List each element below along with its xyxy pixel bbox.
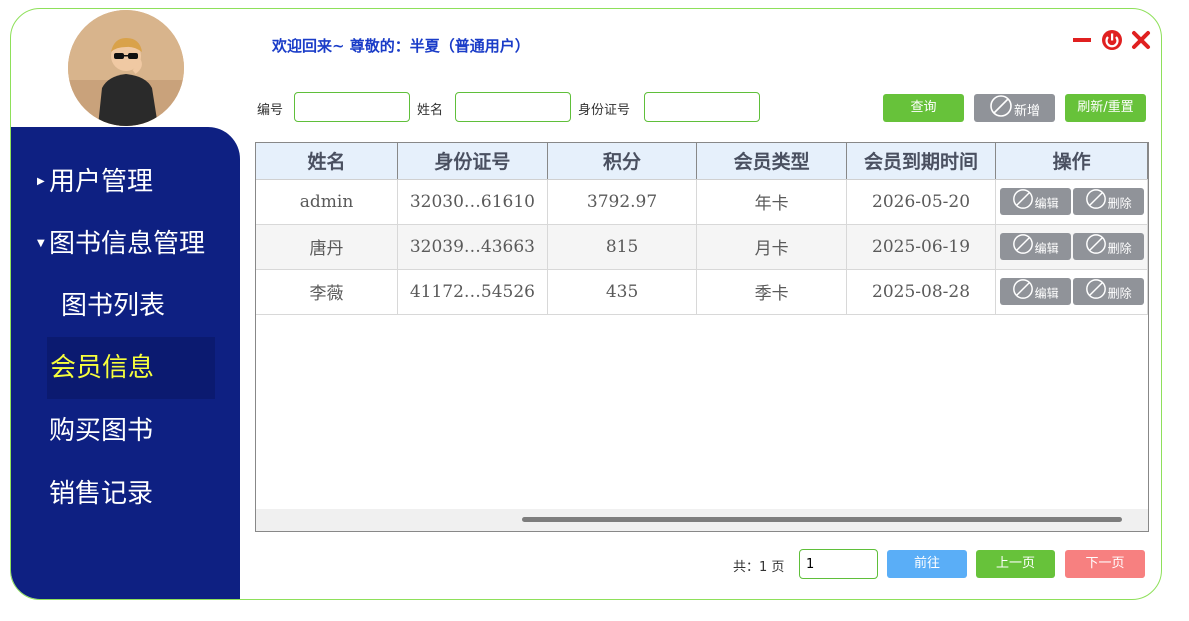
column-header-name[interactable]: 姓名 [256,143,399,180]
horizontal-scrollbar[interactable] [256,509,1148,531]
refresh-reset-button[interactable]: 刷新/重置 [1065,94,1146,122]
edit-label: 编辑 [1034,241,1059,256]
column-header-member-type[interactable]: 会员类型 [696,143,847,180]
idcard-label: 身份证号 [578,103,631,118]
delete-button[interactable]: 删除 [1072,278,1144,305]
app-window: ▶ 用户管理 ▼ 图书信息管理 图书列表 会员信息 购买图书 销售记录 欢迎回来… [10,8,1162,600]
cell-idcard: 41172…54526 [397,269,548,315]
query-button[interactable]: 查询 [883,94,964,122]
cell-actions: 编辑 删除 [995,224,1148,270]
table-row: 李薇 41172…54526 435 季卡 2025-08-28 编辑 删除 [256,269,1148,315]
refresh-label: 刷新/重置 [1077,100,1134,115]
cell-member-type: 月卡 [696,224,847,270]
ban-icon [1085,188,1107,220]
edit-button[interactable]: 编辑 [999,278,1071,305]
table-row: admin 32030…61610 3792.97 年卡 2026-05-20 … [256,179,1148,225]
id-input[interactable] [294,92,410,122]
name-label: 姓名 [417,103,444,118]
sidebar-item-label: 图书列表 [61,291,166,321]
cell-member-type: 年卡 [696,179,847,225]
go-button[interactable]: 前往 [887,550,967,578]
column-header-idcard[interactable]: 身份证号 [397,143,548,180]
ban-icon [989,94,1013,129]
cell-member-type: 季卡 [696,269,847,315]
sidebar-item-book-info-management[interactable]: ▼ 图书信息管理 [11,213,240,275]
cell-idcard: 32030…61610 [397,179,548,225]
prev-page-button[interactable]: 上一页 [976,550,1055,578]
cell-idcard: 32039…43663 [397,224,548,270]
sidebar-item-member-info[interactable]: 会员信息 [47,337,215,399]
delete-label: 删除 [1107,241,1132,256]
ban-icon [1012,188,1034,220]
avatar [68,10,184,126]
ban-icon [1012,233,1034,265]
query-label: 查询 [910,100,937,115]
page-number-input[interactable] [799,549,878,579]
table-row: 唐丹 32039…43663 815 月卡 2025-06-19 编辑 删除 [256,224,1148,270]
sidebar-item-label: 销售记录 [49,479,154,509]
delete-button[interactable]: 删除 [1072,188,1144,215]
power-icon[interactable] [1101,29,1123,51]
delete-label: 删除 [1107,196,1132,211]
table-header-row: 姓名 身份证号 积分 会员类型 会员到期时间 操作 [256,143,1148,180]
cell-points: 815 [547,224,698,270]
edit-button[interactable]: 编辑 [999,188,1071,215]
sidebar-item-buy-books[interactable]: 购买图书 [11,400,240,462]
column-header-actions: 操作 [995,143,1148,180]
caret-right-icon: ▶ [37,176,45,187]
ban-icon [1085,233,1107,265]
edit-label: 编辑 [1034,286,1059,301]
edit-button[interactable]: 编辑 [999,233,1071,260]
caret-down-icon: ▼ [37,238,45,249]
go-label: 前往 [913,556,940,571]
close-icon[interactable] [1130,29,1152,51]
cell-expire-date: 2025-06-19 [846,224,997,270]
minimize-icon[interactable] [1071,29,1093,51]
cell-points: 3792.97 [547,179,698,225]
welcome-text: 欢迎回来~ 尊敬的：半夏（普通用户） [272,37,530,55]
next-label: 下一页 [1085,556,1125,571]
cell-expire-date: 2025-08-28 [846,269,997,315]
idcard-input[interactable] [644,92,760,122]
id-label: 编号 [257,103,284,118]
sidebar-item-user-management[interactable]: ▶ 用户管理 [11,151,240,213]
cell-expire-date: 2026-05-20 [846,179,997,225]
cell-name: 李薇 [256,269,399,315]
sidebar-item-label: 图书信息管理 [49,229,206,259]
sidebar-item-label: 用户管理 [49,167,154,197]
sidebar-item-book-list[interactable]: 图书列表 [11,275,240,337]
next-page-button[interactable]: 下一页 [1065,550,1145,578]
ban-icon [1085,278,1107,310]
delete-button[interactable]: 删除 [1072,233,1144,260]
cell-actions: 编辑 删除 [995,179,1148,225]
ban-icon [1012,278,1034,310]
scrollbar-thumb[interactable] [522,517,1122,522]
total-pages-text: 共：1 页 [733,560,785,575]
add-label: 新增 [1013,104,1040,119]
name-input[interactable] [455,92,571,122]
column-header-expire-date[interactable]: 会员到期时间 [846,143,997,180]
sidebar: ▶ 用户管理 ▼ 图书信息管理 图书列表 会员信息 购买图书 销售记录 [11,127,240,599]
edit-label: 编辑 [1034,196,1059,211]
cell-points: 435 [547,269,698,315]
cell-actions: 编辑 删除 [995,269,1148,315]
cell-name: admin [256,179,399,225]
prev-label: 上一页 [995,556,1035,571]
member-table: 姓名 身份证号 积分 会员类型 会员到期时间 操作 admin 32030…61… [255,142,1149,532]
add-button[interactable]: 新增 [974,94,1055,122]
cell-name: 唐丹 [256,224,399,270]
sidebar-item-sales-records[interactable]: 销售记录 [11,463,240,525]
sidebar-item-label: 会员信息 [50,353,155,383]
sidebar-item-label: 购买图书 [49,416,154,446]
delete-label: 删除 [1107,286,1132,301]
column-header-points[interactable]: 积分 [547,143,698,180]
